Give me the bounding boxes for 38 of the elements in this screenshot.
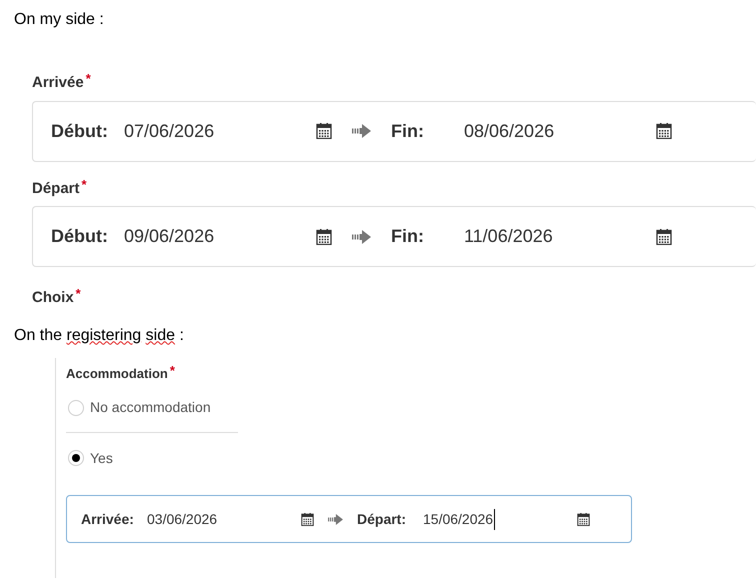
date-value[interactable]: 15/06/2026 <box>423 508 496 530</box>
calendar-icon[interactable] <box>316 123 332 139</box>
required-mark: * <box>76 287 81 300</box>
field-label: Arrivée <box>32 73 84 93</box>
date-range-field[interactable]: Début: 09/06/2026 Fin: 11/06/2026 <box>32 206 756 267</box>
section-heading: On my side : <box>14 10 105 30</box>
date-value[interactable]: 03/06/2026 <box>147 508 218 530</box>
date-label: Début: <box>51 225 109 248</box>
required-mark: * <box>170 364 175 376</box>
arrow-icon <box>352 124 371 138</box>
calendar-icon[interactable] <box>577 512 590 526</box>
arrow-icon <box>328 514 343 524</box>
date-range-field[interactable]: Début: 07/06/2026 Fin: 08/06/2026 <box>32 100 756 162</box>
date-value[interactable]: 08/06/2026 <box>464 118 554 144</box>
date-range-field[interactable]: Arrivée: 03/06/2026 Départ: 15/06/2026 <box>66 495 632 543</box>
arrow-icon <box>352 230 371 244</box>
date-label: Départ: <box>357 510 408 529</box>
required-mark: * <box>86 72 91 85</box>
radio-button[interactable] <box>68 450 84 466</box>
radio-label[interactable]: No accommodation <box>90 397 211 418</box>
field-label: Accommodation <box>66 364 168 382</box>
field-label: Choix <box>32 288 74 308</box>
required-mark: * <box>82 178 87 190</box>
calendar-icon[interactable] <box>656 123 672 139</box>
date-value[interactable]: 09/06/2026 <box>124 223 214 250</box>
radio-label[interactable]: Yes <box>90 448 113 468</box>
date-value[interactable]: 11/06/2026 <box>464 223 553 250</box>
date-label: Début: <box>51 120 109 142</box>
radio-button[interactable] <box>68 400 84 416</box>
section-heading: On the registering side : <box>14 326 185 346</box>
calendar-icon[interactable] <box>316 228 332 244</box>
field-label: Départ <box>32 178 80 198</box>
calendar-icon[interactable] <box>656 228 672 244</box>
date-label: Fin: <box>391 225 425 248</box>
date-label: Fin: <box>391 120 425 142</box>
date-label: Arrivée: <box>81 510 135 528</box>
calendar-icon[interactable] <box>301 512 314 526</box>
date-value[interactable]: 07/06/2026 <box>124 118 214 144</box>
